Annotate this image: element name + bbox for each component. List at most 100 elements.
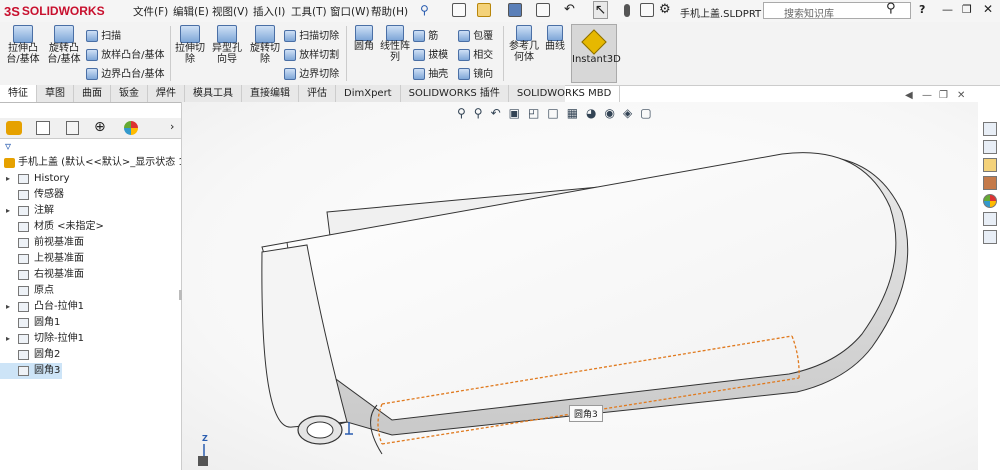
draft-button[interactable]: 拔模 xyxy=(413,46,448,61)
help-icon[interactable]: ? xyxy=(919,3,925,16)
rib-label: 筋 xyxy=(428,31,439,42)
shell-button[interactable]: 抽壳 xyxy=(413,65,448,80)
tree-filter[interactable]: ▿ xyxy=(0,138,181,154)
select-cursor-icon[interactable]: ↖ xyxy=(593,1,608,19)
search-placeholder: 搜索知识库 xyxy=(784,9,834,20)
tree-item[interactable]: 圆角3 xyxy=(0,363,62,379)
viewport-close-icon[interactable]: ✕ xyxy=(957,90,965,101)
feature-manager-tab-icon[interactable] xyxy=(6,121,22,135)
mirror-button[interactable]: 镜向 xyxy=(458,65,493,80)
menu-insert[interactable]: 插入(I) xyxy=(253,4,285,19)
property-manager-tab-icon[interactable] xyxy=(36,121,50,135)
reference-geometry-icon xyxy=(516,25,532,41)
swept-cut-button[interactable]: 扫描切除 xyxy=(284,27,339,42)
sweep-icon xyxy=(86,30,98,42)
wrap-label: 包覆 xyxy=(473,31,494,42)
save-icon[interactable] xyxy=(508,3,522,17)
tab-evaluate[interactable]: 评估 xyxy=(299,85,336,102)
forum-icon[interactable] xyxy=(983,230,997,244)
expand-arrow-icon[interactable]: ▸ xyxy=(6,299,10,315)
loft-boss-button[interactable]: 放样凸台/基体 xyxy=(86,46,165,61)
lofted-cut-button[interactable]: 放样切割 xyxy=(284,46,339,61)
tree-item-icon xyxy=(18,222,29,232)
menu-file[interactable]: 文件(F) xyxy=(133,4,168,19)
tab-solidworks-mbd[interactable]: SOLIDWORKS MBD xyxy=(509,85,621,102)
open-folder-icon[interactable] xyxy=(477,3,491,17)
shell-icon xyxy=(413,68,425,80)
tree-item-icon xyxy=(18,318,29,328)
tab-dimxpert[interactable]: DimXpert xyxy=(336,85,401,102)
configuration-manager-tab-icon[interactable] xyxy=(66,121,79,135)
new-document-icon[interactable] xyxy=(452,3,466,17)
revolve-cut-button[interactable]: 旋转切 除 xyxy=(248,25,282,65)
custom-properties-icon[interactable] xyxy=(983,212,997,226)
tab-solidworks-addins[interactable]: SOLIDWORKS 插件 xyxy=(401,85,509,102)
undo-icon[interactable]: ↶ xyxy=(564,2,575,17)
graphics-viewport[interactable]: ⚲ ⚲ ↶ ▣ ◰ □ ▦ ◕ ◉ ◈ ▢ ◀ — ❐ ✕ Z 圆角3 xyxy=(182,90,978,470)
boundary-boss-button[interactable]: 边界凸台/基体 xyxy=(86,65,165,80)
boundary-cut-button[interactable]: 边界切除 xyxy=(284,65,339,80)
tab-mold-tools[interactable]: 模具工具 xyxy=(185,85,242,102)
appearances-icon[interactable] xyxy=(983,194,997,208)
print-icon[interactable] xyxy=(536,3,550,17)
tab-sheet-metal[interactable]: 钣金 xyxy=(111,85,148,102)
boundary-boss-icon xyxy=(86,68,98,80)
fillet3-callout[interactable]: 圆角3 xyxy=(569,405,603,422)
tree-root-label: 手机上盖 (默认<<默认>_显示状态 1>) xyxy=(18,157,198,168)
menu-tools[interactable]: 工具(T) xyxy=(291,4,327,19)
expand-arrow-icon[interactable]: ▸ xyxy=(6,203,10,219)
curves-button[interactable]: 曲线 xyxy=(542,25,568,52)
sweep-button[interactable]: 扫描 xyxy=(86,27,121,42)
reference-geometry-button[interactable]: 参考几 何体 xyxy=(507,25,541,63)
chevron-right-icon[interactable]: › xyxy=(170,120,174,133)
view-palette-icon[interactable] xyxy=(983,176,997,190)
minimize-icon[interactable]: — xyxy=(942,3,953,16)
linear-pattern-button[interactable]: 线性阵 列 xyxy=(378,25,412,63)
tree-item-icon xyxy=(18,350,29,360)
rib-button[interactable]: 筋 xyxy=(413,27,438,42)
search-icon[interactable]: ⚲ xyxy=(886,1,896,16)
viewport-arrow-icon[interactable]: ◀ xyxy=(905,90,913,101)
tab-surfaces[interactable]: 曲面 xyxy=(74,85,111,102)
tree-item-label: 注解 xyxy=(34,205,54,216)
hole-wizard-button[interactable]: 异型孔 向导 xyxy=(208,25,246,65)
close-icon[interactable]: ✕ xyxy=(983,2,993,16)
menu-view[interactable]: 视图(V) xyxy=(212,4,248,19)
options-gear-icon[interactable]: ⚙ xyxy=(659,2,671,17)
tab-weldments[interactable]: 焊件 xyxy=(148,85,185,102)
extrude-cut-button[interactable]: 拉伸切 除 xyxy=(174,25,206,65)
ribbon-divider xyxy=(503,26,504,81)
wrap-button[interactable]: 包覆 xyxy=(458,27,493,42)
revolve-boss-button[interactable]: 旋转凸 台/基体 xyxy=(44,25,84,65)
file-properties-icon[interactable] xyxy=(640,3,654,17)
solidworks-resources-icon[interactable] xyxy=(983,122,997,136)
menu-edit[interactable]: 编辑(E) xyxy=(173,4,209,19)
dimxpert-manager-tab-icon[interactable]: ⊕ xyxy=(94,119,106,135)
design-library-icon[interactable] xyxy=(983,140,997,154)
revolve-cut-label: 旋转切 除 xyxy=(250,43,280,65)
solidworks-logo[interactable]: 3S SOLIDWORKS xyxy=(4,3,105,19)
draft-icon xyxy=(413,49,425,61)
filter-icon[interactable]: ▿ xyxy=(5,139,11,153)
view-triad xyxy=(198,444,208,466)
tab-features[interactable]: 特征 xyxy=(0,85,37,102)
menu-window[interactable]: 窗口(W) xyxy=(330,4,370,19)
viewport-restore-icon[interactable]: ❐ xyxy=(939,90,948,101)
file-explorer-icon[interactable] xyxy=(983,158,997,172)
tab-sketch[interactable]: 草图 xyxy=(37,85,74,102)
display-manager-tab-icon[interactable] xyxy=(124,121,138,135)
pin-icon[interactable]: ⚲ xyxy=(420,3,429,17)
traffic-light-icon[interactable] xyxy=(624,4,630,17)
restore-icon[interactable]: ❐ xyxy=(962,3,972,16)
curves-icon xyxy=(547,25,563,41)
instant3d-button[interactable]: Instant3D xyxy=(571,24,621,83)
menu-help[interactable]: 帮助(H) xyxy=(371,4,408,19)
fillet-button[interactable]: 圆角 xyxy=(350,25,378,52)
extrude-boss-button[interactable]: 拉伸凸 台/基体 xyxy=(3,25,43,65)
intersect-button[interactable]: 相交 xyxy=(458,46,493,61)
boundary-cut-icon xyxy=(284,68,296,80)
viewport-minimize-icon[interactable]: — xyxy=(922,90,932,101)
expand-arrow-icon[interactable]: ▸ xyxy=(6,331,10,347)
expand-arrow-icon[interactable]: ▸ xyxy=(6,171,10,187)
tab-direct-editing[interactable]: 直接编辑 xyxy=(242,85,299,102)
